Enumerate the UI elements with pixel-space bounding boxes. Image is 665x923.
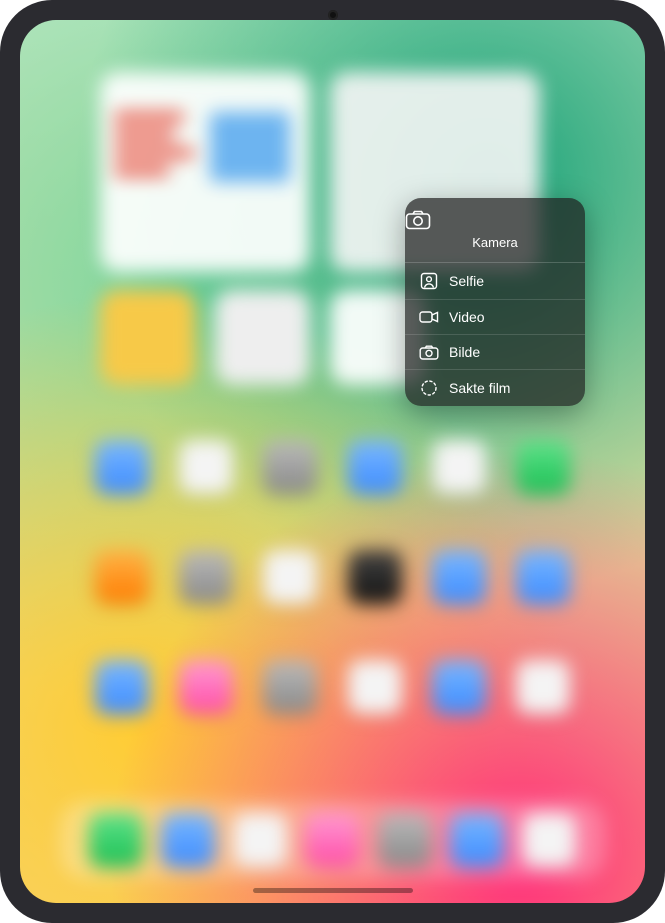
app-icon xyxy=(516,440,570,494)
dock-app xyxy=(161,813,215,867)
home-indicator xyxy=(253,888,413,893)
menu-title: Kamera xyxy=(472,235,518,250)
app-icon xyxy=(348,440,402,494)
slomo-icon xyxy=(419,379,439,397)
app-icon xyxy=(432,440,486,494)
app-icon xyxy=(263,440,317,494)
dock-app xyxy=(89,813,143,867)
menu-item-video[interactable]: Video xyxy=(405,300,585,335)
front-camera-dot xyxy=(328,10,338,20)
menu-header[interactable]: Kamera xyxy=(405,198,585,263)
video-icon xyxy=(419,310,439,324)
small-widget-1 xyxy=(100,290,195,385)
menu-item-label: Sakte film xyxy=(449,380,571,396)
app-icon xyxy=(179,440,233,494)
menu-item-selfie[interactable]: Selfie xyxy=(405,263,585,300)
calendar-widget xyxy=(100,72,310,272)
dock-app xyxy=(378,813,432,867)
screen: Kamera Selfie xyxy=(20,20,645,903)
menu-item-label: Selfie xyxy=(449,273,571,289)
app-icon xyxy=(432,550,486,604)
camera-icon xyxy=(405,210,585,230)
app-icon xyxy=(179,550,233,604)
ipad-frame: Kamera Selfie xyxy=(0,0,665,923)
app-row-2 xyxy=(20,550,645,604)
dock xyxy=(60,801,605,879)
menu-item-label: Bilde xyxy=(449,344,571,360)
app-icon xyxy=(348,550,402,604)
app-icon xyxy=(432,660,486,714)
app-icon xyxy=(263,550,317,604)
dock-app xyxy=(233,813,287,867)
photo-icon xyxy=(419,345,439,360)
app-icon xyxy=(516,660,570,714)
menu-item-label: Video xyxy=(449,309,571,325)
app-row-1 xyxy=(20,440,645,494)
dock-app xyxy=(522,813,576,867)
camera-quick-actions-menu: Kamera Selfie xyxy=(405,198,585,406)
app-icon xyxy=(95,660,149,714)
dock-app xyxy=(305,813,359,867)
blurred-home-screen xyxy=(20,20,645,903)
dock-app xyxy=(450,813,504,867)
app-icon xyxy=(516,550,570,604)
app-icon xyxy=(95,440,149,494)
app-icon xyxy=(263,660,317,714)
clock-widget xyxy=(215,290,310,385)
menu-item-slomo[interactable]: Sakte film xyxy=(405,370,585,406)
app-row-3 xyxy=(20,660,645,714)
app-icon xyxy=(179,660,233,714)
app-icon xyxy=(95,550,149,604)
selfie-icon xyxy=(419,272,439,290)
app-icon xyxy=(348,660,402,714)
menu-item-photo[interactable]: Bilde xyxy=(405,335,585,370)
